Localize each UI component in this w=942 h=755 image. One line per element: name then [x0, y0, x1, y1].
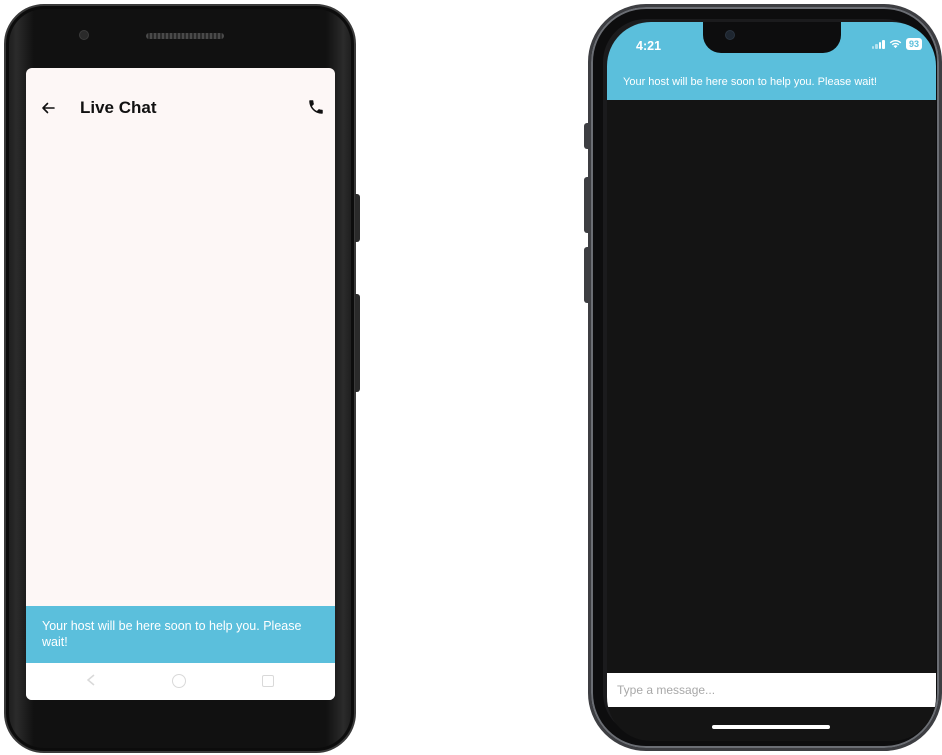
power-button [355, 294, 360, 392]
nav-back-icon[interactable] [84, 673, 98, 687]
system-nav-bar [26, 663, 335, 700]
signal-icon [871, 39, 885, 49]
status-time: 4:21 [636, 39, 662, 53]
iphone-screen: 4:21 93 Your host will be here soon to h… [607, 22, 936, 741]
page-title: Live Chat [80, 98, 157, 117]
notch [703, 22, 841, 53]
earpiece-speaker [146, 33, 224, 39]
front-camera [725, 30, 735, 40]
volume-up-button [584, 177, 589, 233]
arrow-back-icon[interactable] [40, 100, 56, 116]
android-device: Live Chat Your host will be here soon to… [4, 4, 360, 753]
iphone-device: 4:21 93 Your host will be here soon to h… [584, 4, 942, 751]
volume-down-button [584, 247, 589, 303]
phone-icon[interactable] [307, 98, 325, 116]
waiting-banner-text: Your host will be here soon to help you.… [42, 619, 302, 649]
nav-recent-icon[interactable] [262, 675, 274, 687]
message-input[interactable] [607, 683, 936, 697]
status-bar [26, 68, 335, 94]
volume-button [355, 194, 360, 242]
battery-icon: 93 [905, 38, 922, 50]
waiting-banner: 4:21 93 Your host will be here soon to h… [607, 22, 936, 100]
waiting-banner: Your host will be here soon to help you.… [26, 606, 335, 663]
status-icons: 93 [871, 38, 922, 50]
wifi-icon [889, 39, 902, 49]
nav-home-icon[interactable] [172, 674, 186, 688]
message-composer [607, 673, 936, 707]
silent-switch [584, 123, 589, 149]
waiting-banner-text: Your host will be here soon to help you.… [623, 76, 877, 88]
front-camera [79, 30, 89, 40]
app-bar: Live Chat [26, 94, 335, 124]
home-indicator[interactable] [712, 725, 830, 729]
android-screen: Live Chat Your host will be here soon to… [26, 68, 335, 700]
